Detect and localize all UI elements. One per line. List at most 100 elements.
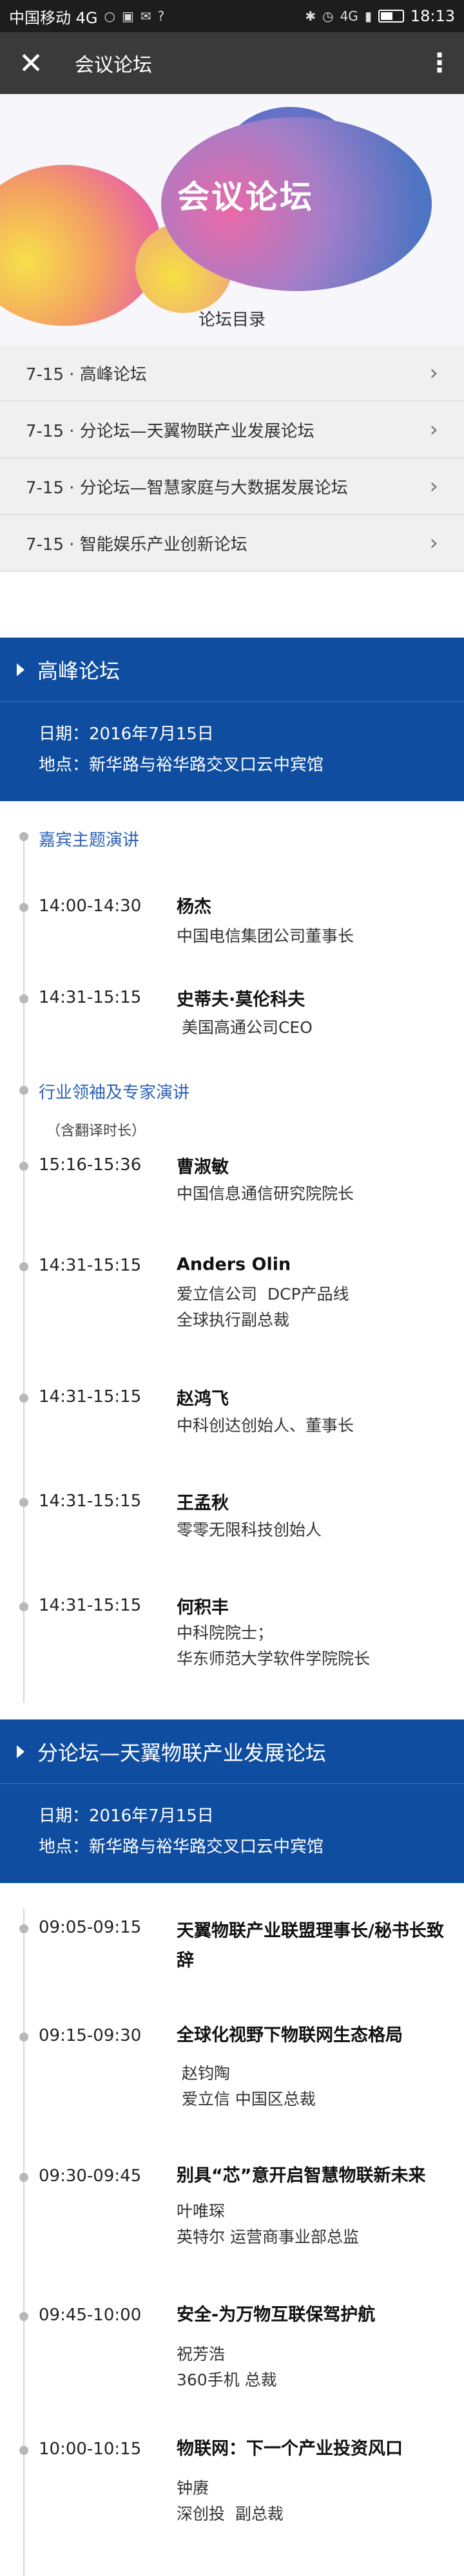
category-note: （含翻译时长） [46, 1123, 146, 1139]
timeline-dot [19, 903, 28, 912]
network-type-label: 4G [340, 8, 358, 24]
speaker-title-line: 中国信息通信研究院院长 [177, 1184, 354, 1203]
section-title-row[interactable]: 分论坛—天翼物联产业发展论坛 [0, 1719, 464, 1784]
clock-label: 18:13 [410, 7, 455, 25]
timeline-summit: 嘉宾主题演讲 14:00-14:30 杨杰 中国电信集团公司董事长 14:31-… [0, 801, 464, 1703]
directory-item-label: 7-15 · 智能娱乐产业创新论坛 [26, 535, 247, 554]
section-location: 地点：新华路与裕华路交叉口云中宾馆 [39, 755, 324, 775]
speaker-title-line: 360手机 总裁 [177, 2371, 277, 2389]
directory-item[interactable]: 7-15 · 分论坛—天翼物联产业发展论坛 › [0, 402, 464, 459]
timeline-line [23, 1909, 24, 2576]
section-date: 日期：2016年7月15日 [39, 1806, 214, 1826]
chevron-right-icon: › [429, 530, 438, 556]
directory-item-label: 7-15 · 高峰论坛 [26, 365, 147, 384]
speaker-title-line: 全球执行副总裁 [177, 1311, 290, 1329]
timeline-dot [19, 1602, 28, 1611]
section-date: 日期：2016年7月15日 [39, 724, 214, 744]
speaker-name-line: 钟赓 [177, 2479, 209, 2497]
category-label: 行业领袖及专家演讲 [39, 1083, 190, 1103]
timeline-dot [19, 2446, 28, 2455]
speaker-title-line: 爱立信公司 DCP产品线 [177, 1285, 349, 1303]
talk-time: 14:31-15:15 [39, 1387, 142, 1406]
speaker-name: Anders Olin [177, 1255, 291, 1274]
talk-time: 14:31-15:15 [39, 1492, 142, 1511]
timeline-dot [19, 1086, 28, 1095]
speaker-info: 祝芳浩 360手机 总裁 [177, 2342, 277, 2393]
section-header-iot: 分论坛—天翼物联产业发展论坛 日期：2016年7月15日 地点：新华路与裕华路交… [0, 1719, 464, 1883]
speaker-title-line: 中国电信集团公司董事长 [177, 927, 354, 945]
speaker-title: 中国信息通信研究院院长 [177, 1181, 354, 1207]
more-vertical-icon[interactable]: ⋮ [415, 32, 464, 94]
talk-time: 09:30-09:45 [39, 2166, 142, 2186]
timeline-dot [19, 1262, 28, 1271]
chevron-right-icon: › [429, 360, 438, 386]
talk-time: 09:05-09:15 [39, 1918, 142, 1937]
bluetooth-icon: ✱ [305, 8, 316, 24]
question-icon: ? [157, 8, 165, 24]
directory-item-label: 7-15 · 分论坛—天翼物联产业发展论坛 [26, 421, 314, 441]
timeline-dot [19, 994, 28, 1003]
speaker-title: 爱立信公司 DCP产品线 全球执行副总裁 [177, 1282, 349, 1333]
section-title-row[interactable]: 高峰论坛 [0, 638, 464, 702]
banner-title: 会议论坛 [177, 178, 314, 216]
talk-topic: 天翼物联产业联盟理事长/秘书长致辞 [177, 1921, 444, 1971]
talk-time: 10:00-10:15 [39, 2439, 142, 2459]
speaker-name: 何积丰 [177, 1598, 229, 1618]
speaker-info: 钟赓 深创投 副总裁 [177, 2476, 284, 2527]
forum-directory: 7-15 · 高峰论坛 › 7-15 · 分论坛—天翼物联产业发展论坛 › 7-… [0, 345, 464, 572]
status-bar: 中国移动 4G ○ ▣ ✉ ? ✱ ◷ 4G ▮ 18:13 [0, 0, 464, 32]
timeline-dot [19, 1498, 28, 1507]
speaker-title: 中国电信集团公司董事长 [177, 923, 354, 949]
chat-bubble-icon: ○ [104, 8, 115, 24]
nav-title: 会议论坛 [75, 54, 152, 77]
talk-topic: 全球化视野下物联网生态格局 [177, 2025, 403, 2045]
speaker-title: 中科创达创始人、董事长 [177, 1413, 354, 1439]
section-header-summit: 高峰论坛 日期：2016年7月15日 地点：新华路与裕华路交叉口云中宾馆 [0, 638, 464, 801]
talk-time: 15:16-15:36 [39, 1155, 142, 1175]
speaker-title-line: 美国高通公司CEO [177, 1018, 313, 1037]
directory-item-label: 7-15 · 分论坛—智慧家庭与大数据发展论坛 [26, 478, 348, 498]
section-title: 高峰论坛 [37, 658, 121, 683]
speaker-title-line: 英特尔 运营商事业部总监 [177, 2228, 359, 2246]
speaker-name: 王孟秋 [177, 1493, 229, 1513]
talk-topic: 别具“芯”意开启智慧物联新未来 [177, 2166, 426, 2186]
nav-bar: ✕ 会议论坛 ⋮ [0, 32, 464, 94]
speaker-title: 美国高通公司CEO [177, 1015, 313, 1041]
banner-blob-left [0, 165, 161, 326]
talk-time: 14:31-15:15 [39, 1256, 142, 1275]
timeline-dot [19, 2312, 28, 2321]
image-icon: ▣ [121, 8, 134, 24]
talk-time: 14:00-14:30 [39, 896, 142, 916]
page-root: 中国移动 4G ○ ▣ ✉ ? ✱ ◷ 4G ▮ 18:13 ✕ 会议论坛 ⋮ … [0, 0, 464, 2576]
timeline-iot: 09:05-09:15 天翼物联产业联盟理事长/秘书长致辞 09:15-09:3… [0, 1883, 464, 2576]
speaker-name-line: 叶唯琛 [177, 2202, 226, 2221]
banner: 会议论坛 论坛目录 [0, 94, 464, 345]
speaker-name-line: 祝芳浩 [177, 2345, 226, 2363]
talk-topic: 安全-为万物互联保驾护航 [177, 2305, 376, 2325]
speaker-title-line: 华东师范大学软件学院院长 [177, 1649, 371, 1668]
category-label: 嘉宾主题演讲 [39, 831, 140, 850]
speaker-title: 中科院院士； 华东师范大学软件学院院长 [177, 1620, 370, 1672]
speaker-title-line: 中科创达创始人、董事长 [177, 1416, 354, 1435]
mail-icon: ✉ [140, 8, 151, 24]
talk-time: 14:31-15:15 [39, 1596, 142, 1615]
speaker-title-line: 中科院院士； [177, 1624, 274, 1642]
directory-item[interactable]: 7-15 · 分论坛—智慧家庭与大数据发展论坛 › [0, 459, 464, 515]
speaker-name: 赵鸿飞 [177, 1389, 229, 1409]
timeline-dot [19, 1162, 28, 1171]
directory-item[interactable]: 7-15 · 智能娱乐产业创新论坛 › [0, 515, 464, 572]
speaker-info: 赵钧陶 爱立信 中国区总裁 [177, 2061, 316, 2112]
talk-time: 09:15-09:30 [39, 2026, 142, 2045]
close-icon[interactable]: ✕ [0, 32, 62, 94]
signal-icon: ▮ [364, 8, 372, 24]
speaker-name: 曹淑敏 [177, 1157, 229, 1177]
talk-time: 09:45-10:00 [39, 2306, 142, 2325]
directory-item[interactable]: 7-15 · 高峰论坛 › [0, 345, 464, 402]
talk-time: 14:31-15:15 [39, 988, 142, 1007]
speaker-title: 零零无限科技创始人 [177, 1517, 322, 1543]
timeline-dot [19, 2173, 28, 2182]
speaker-title-line: 深创投 副总裁 [177, 2505, 284, 2523]
talk-topic: 物联网：下一个产业投资风口 [177, 2439, 403, 2459]
timeline-dot [19, 832, 28, 841]
battery-icon [378, 10, 404, 23]
